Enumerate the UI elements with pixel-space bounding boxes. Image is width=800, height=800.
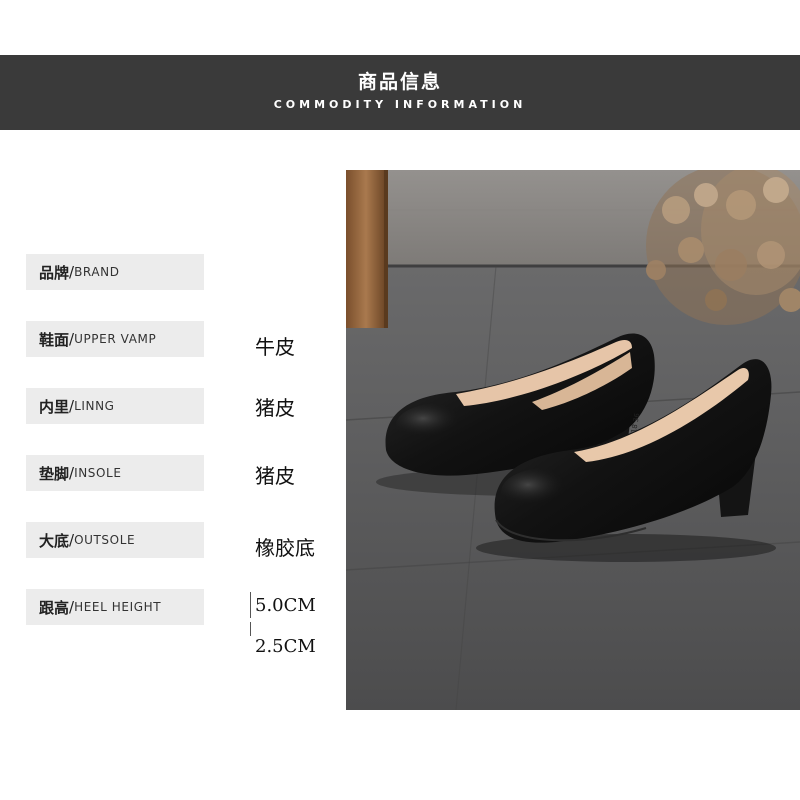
spec-label-en: LINNG	[74, 399, 115, 413]
header-title: 商品信息	[357, 71, 442, 93]
spec-label-en: OUTSOLE	[74, 533, 136, 547]
spec-label-cn: 内里	[39, 397, 70, 416]
spec-label: 跟高 / HEEL HEIGHT	[26, 589, 204, 625]
spec-value: 橡胶底	[255, 536, 315, 560]
product-photo: JT818 36	[346, 170, 800, 710]
spec-value: 猪皮	[255, 464, 295, 488]
spec-label-en: INSOLE	[74, 466, 122, 480]
spec-label-cn: 鞋面	[39, 330, 70, 349]
spec-label: 鞋面 / UPPER VAMP	[26, 321, 204, 357]
divider-tick	[250, 622, 251, 636]
spec-label-en: BRAND	[74, 265, 120, 279]
spec-label: 品牌 / BRAND	[26, 254, 204, 290]
divider-tick	[250, 592, 251, 618]
product-photo-svg: JT818 36	[346, 170, 800, 710]
spec-label: 大底 / OUTSOLE	[26, 522, 204, 558]
spec-label-cn: 品牌	[39, 263, 70, 282]
header-banner: 商品信息 COMMODITY INFORMATION	[0, 55, 800, 130]
spec-label: 垫脚 / INSOLE	[26, 455, 204, 491]
spec-label: 内里 / LINNG	[26, 388, 204, 424]
spec-value: 5.0CM	[255, 595, 316, 616]
spec-value: 牛皮	[255, 335, 295, 359]
spec-label-cn: 垫脚	[39, 464, 70, 483]
spec-label-cn: 跟高	[39, 598, 70, 617]
spec-value-secondary: 2.5CM	[255, 636, 316, 657]
header-subtitle: COMMODITY INFORMATION	[273, 98, 527, 111]
spec-value: 猪皮	[255, 396, 295, 420]
spec-label-en: UPPER VAMP	[74, 332, 157, 346]
spec-label-cn: 大底	[39, 531, 70, 550]
spec-label-en: HEEL HEIGHT	[74, 600, 162, 614]
